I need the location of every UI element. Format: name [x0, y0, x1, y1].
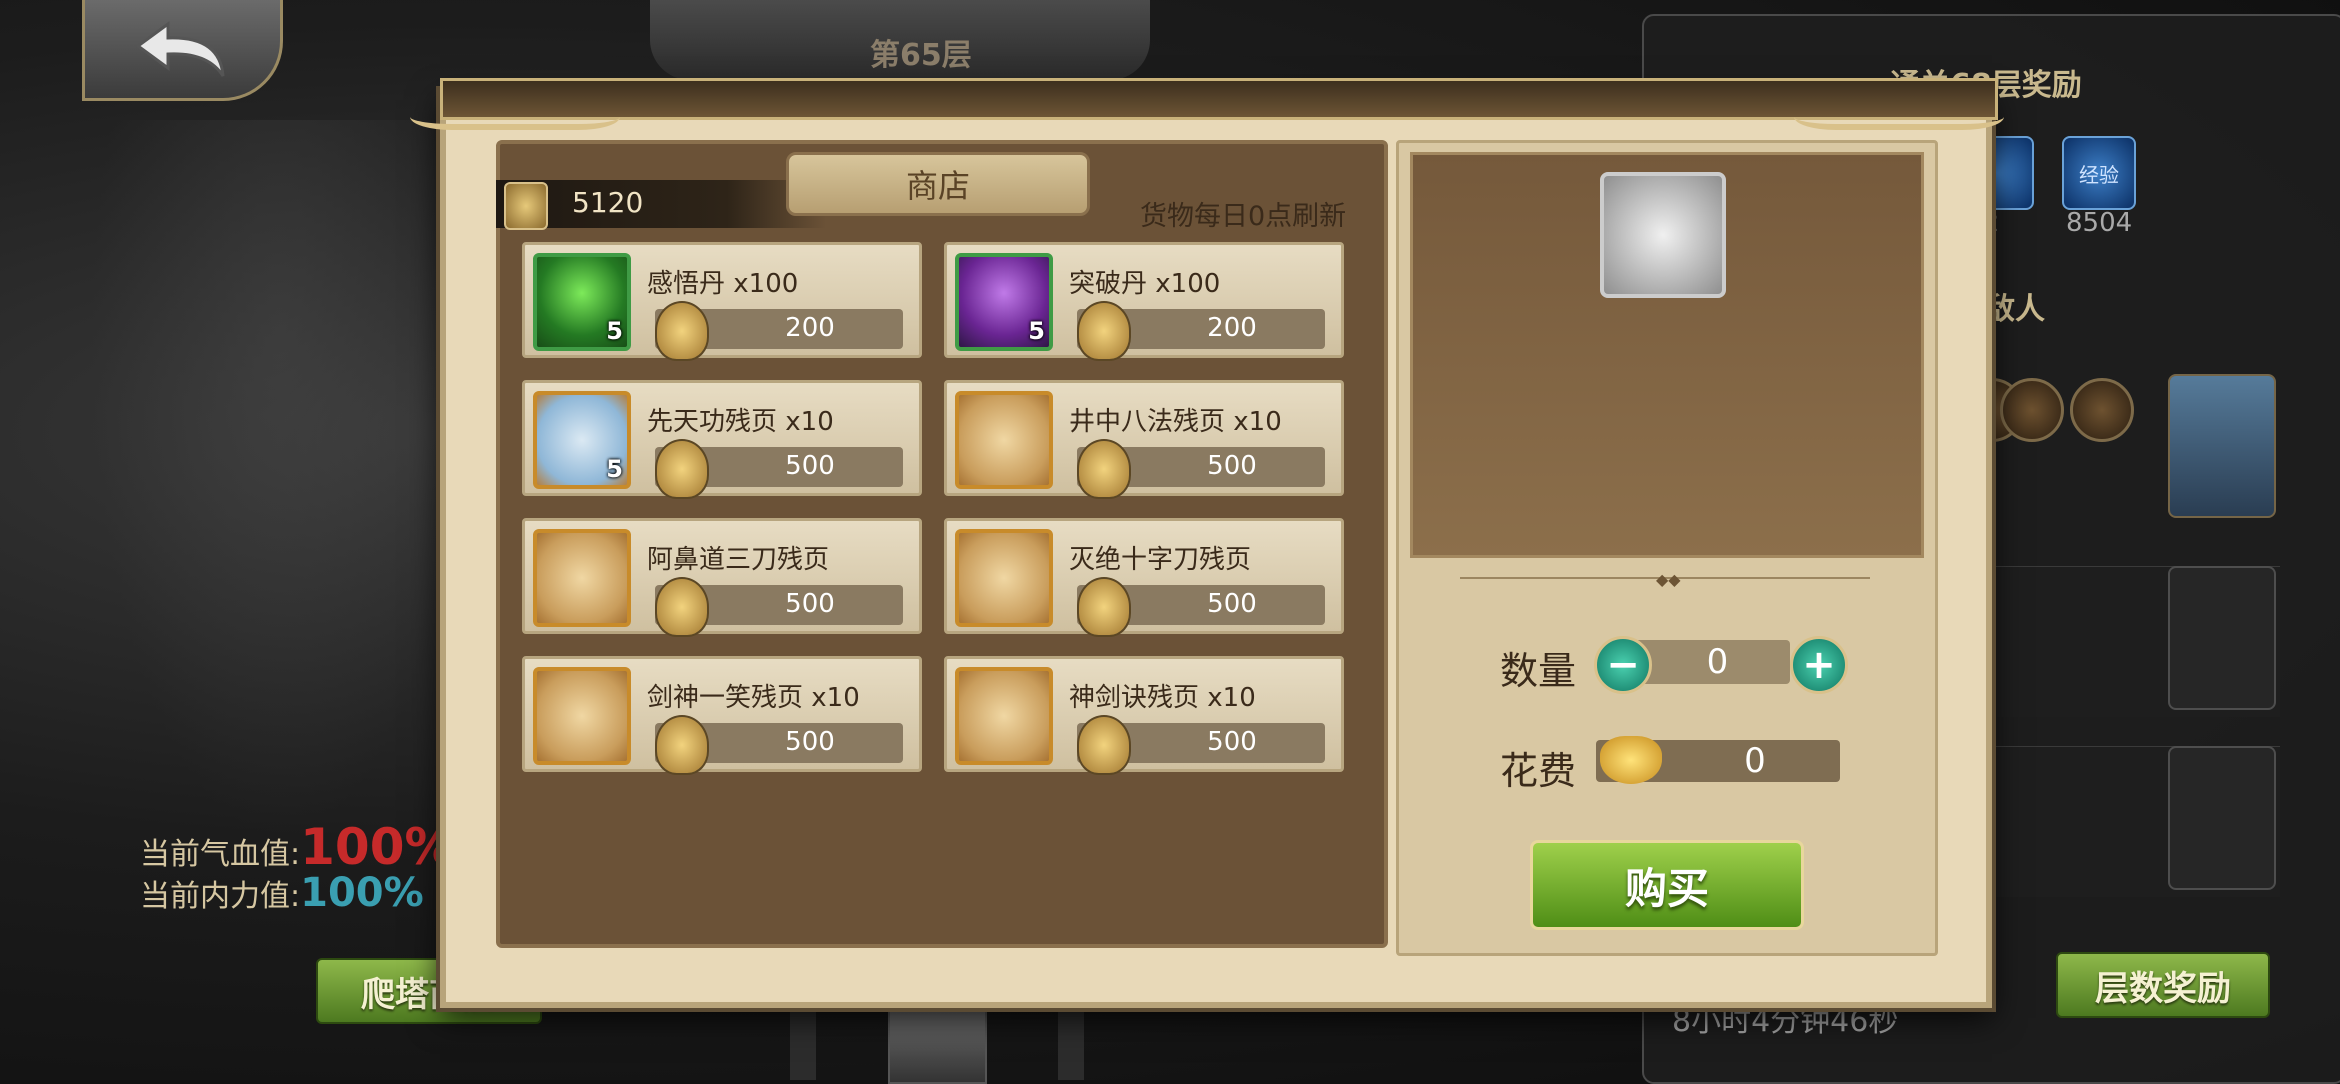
- cost-label: 花费: [1500, 749, 1577, 793]
- item-name: 灭绝十字刀残页: [1069, 545, 1252, 575]
- divider-ornament-icon: ◆◆: [1656, 570, 1681, 589]
- tower-medal-icon: [1077, 301, 1131, 361]
- shop-item-5[interactable]: 阿鼻道三刀残页 500: [522, 518, 922, 637]
- item-price: 500: [785, 589, 835, 619]
- tower-medal-icon: [655, 577, 709, 637]
- exp-icon-label: 经验: [2079, 162, 2119, 187]
- mp-stat: 当前内力值:100%: [140, 870, 424, 916]
- skill-icon-3[interactable]: [2070, 378, 2134, 442]
- player-avatar: [888, 998, 987, 1084]
- shop-item-8[interactable]: 神剑诀残页 x10 500: [944, 656, 1344, 775]
- mp-label: 当前内力值:: [140, 879, 301, 914]
- hp-value: 100%: [300, 818, 455, 876]
- scroll-icon: [955, 667, 1053, 765]
- minus-icon: −: [1606, 642, 1640, 688]
- enemy-portrait[interactable]: [2168, 374, 2276, 518]
- item-name: 先天功残页 x10: [647, 407, 834, 437]
- back-button[interactable]: [82, 0, 283, 101]
- floor-reward-button[interactable]: 层数奖励: [2056, 952, 2270, 1018]
- quantity-plus-button[interactable]: +: [1790, 636, 1848, 694]
- tower-coin-icon: [504, 182, 548, 230]
- shop-item-2[interactable]: 5 突破丹 x100 200: [944, 242, 1344, 361]
- reward-count-2: 8504: [2066, 208, 2133, 238]
- hp-stat: 当前气血值:100%: [140, 818, 455, 876]
- scroll-icon: [955, 391, 1053, 489]
- exp-icon[interactable]: 经验: [2062, 136, 2136, 210]
- shop-item-6[interactable]: 灭绝十字刀残页 500: [944, 518, 1344, 637]
- plus-icon: +: [1802, 642, 1836, 688]
- tower-medal-icon: [655, 439, 709, 499]
- shop-item-4[interactable]: 井中八法残页 x10 500: [944, 380, 1344, 499]
- scroll-icon: [955, 529, 1053, 627]
- quantity-minus-button[interactable]: −: [1594, 636, 1652, 694]
- scroll-icon: [533, 667, 631, 765]
- buy-button[interactable]: 购买: [1530, 840, 1804, 930]
- tower-medal-icon: [655, 715, 709, 775]
- refresh-note: 货物每日0点刷新: [1140, 201, 1347, 232]
- tower-medal-icon: [1077, 439, 1131, 499]
- item-badge: 5: [606, 455, 623, 483]
- item-name: 感悟丹 x100: [647, 269, 799, 299]
- selected-item-slot: [1600, 172, 1726, 298]
- item-price: 500: [1207, 451, 1257, 481]
- item-price: 200: [785, 313, 835, 343]
- skill-icon-2[interactable]: [2000, 378, 2064, 442]
- shop-title: 商店: [786, 152, 1090, 216]
- item-name: 井中八法残页 x10: [1069, 407, 1282, 437]
- hp-label: 当前气血值:: [140, 837, 301, 872]
- tower-medal-icon: [1077, 577, 1131, 637]
- gold-ingot-icon: [1600, 736, 1662, 784]
- enemy-slot-3[interactable]: [2168, 746, 2276, 890]
- quantity-label: 数量: [1500, 649, 1577, 693]
- item-name: 剑神一笑残页 x10: [647, 683, 860, 713]
- back-arrow-icon: [134, 21, 224, 77]
- mp-value: 100%: [300, 870, 424, 916]
- background-tree: [90, 120, 470, 840]
- purple-pill-icon: 5: [955, 253, 1053, 351]
- item-name: 神剑诀残页 x10: [1069, 683, 1256, 713]
- ornament-left-icon: [410, 64, 620, 130]
- cost-value: 0: [1744, 741, 1766, 781]
- floor-label: 第65层: [870, 38, 972, 73]
- shop-item-3[interactable]: 5 先天功残页 x10 500: [522, 380, 922, 499]
- tower-medal-icon: [1077, 715, 1131, 775]
- enemy-slot-2[interactable]: [2168, 566, 2276, 710]
- ornament-right-icon: [1794, 64, 2004, 130]
- modal-top-bar: [440, 78, 1998, 120]
- scroll-icon: [533, 529, 631, 627]
- item-price: 500: [1207, 727, 1257, 757]
- item-badge: 5: [606, 317, 623, 345]
- currency-value: 5120: [572, 186, 644, 219]
- item-name: 阿鼻道三刀残页: [647, 545, 830, 575]
- shop-item-7[interactable]: 剑神一笑残页 x10 500: [522, 656, 922, 775]
- scroll-icon: 5: [533, 391, 631, 489]
- green-pill-icon: 5: [533, 253, 631, 351]
- tower-medal-icon: [655, 301, 709, 361]
- item-price: 500: [1207, 589, 1257, 619]
- item-name: 突破丹 x100: [1069, 269, 1221, 299]
- item-badge: 5: [1028, 317, 1045, 345]
- item-price: 500: [785, 451, 835, 481]
- item-price: 500: [785, 727, 835, 757]
- shop-item-1[interactable]: 5 感悟丹 x100 200: [522, 242, 922, 361]
- item-price: 200: [1207, 313, 1257, 343]
